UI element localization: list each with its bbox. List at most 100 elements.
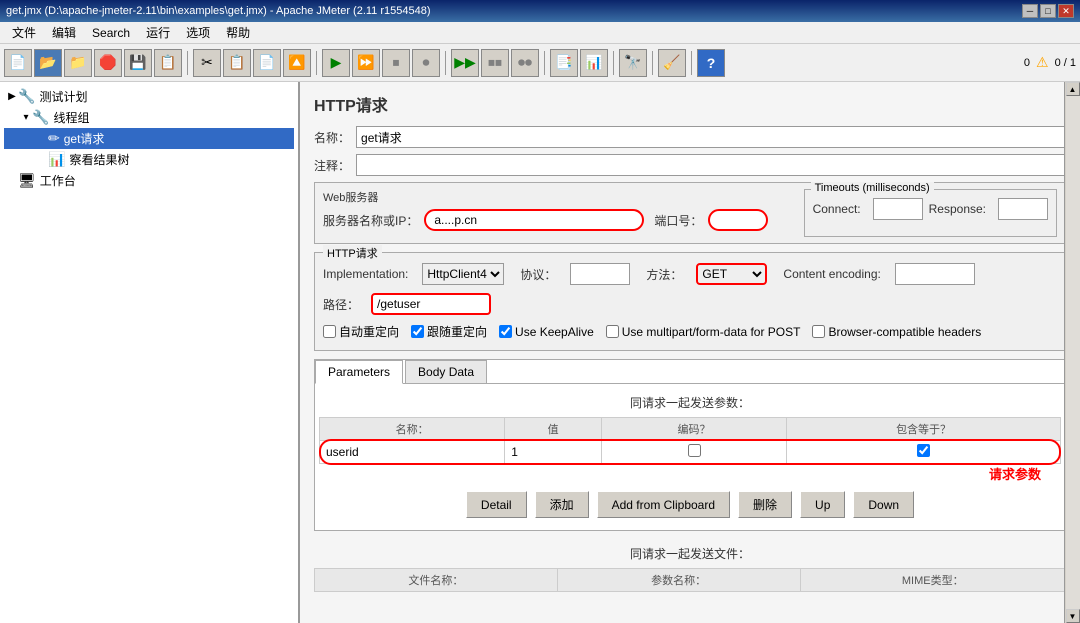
threadgroup-icon: 🔧: [32, 109, 49, 126]
col-name: 名称：: [320, 418, 505, 441]
http-request-title: HTTP请求: [323, 245, 382, 261]
toolbar-help[interactable]: ?: [697, 49, 725, 77]
warning-icon: ⚠: [1036, 54, 1049, 71]
follow-redirect-check[interactable]: [411, 325, 424, 338]
keepalive-check[interactable]: [499, 325, 512, 338]
comment-input[interactable]: [356, 154, 1066, 176]
row-include-check[interactable]: [917, 444, 930, 457]
checkbox-keepalive[interactable]: Use KeepAlive: [499, 325, 594, 339]
response-input[interactable]: [998, 198, 1048, 220]
tree-item-resulttree[interactable]: 📊 察看结果树: [4, 149, 294, 170]
server-name-row: 服务器名称或IP： 端口号：: [323, 209, 804, 231]
server-name-input[interactable]: [424, 209, 644, 231]
connect-input[interactable]: [873, 198, 923, 220]
encoding-input[interactable]: [895, 263, 975, 285]
delete-button[interactable]: 删除: [738, 491, 792, 518]
up-button[interactable]: Up: [800, 491, 845, 518]
resulttree-icon: 📊: [48, 151, 65, 168]
timeouts-row: Connect: Response:: [813, 198, 1048, 220]
toolbar-stop[interactable]: ⏹: [382, 49, 410, 77]
toolbar-save[interactable]: 💾: [124, 49, 152, 77]
menu-file[interactable]: 文件: [4, 22, 44, 43]
toolbar-remote-start[interactable]: ▶▶: [451, 49, 479, 77]
row-encode-check[interactable]: [688, 444, 701, 457]
testplan-icon: 🔧: [18, 88, 35, 105]
toolbar-remote-stop[interactable]: ⏹⏹: [481, 49, 509, 77]
menu-help[interactable]: 帮助: [218, 22, 258, 43]
impl-select[interactable]: HttpClient4: [422, 263, 504, 285]
checkbox-auto-redirect[interactable]: 自动重定向: [323, 323, 399, 340]
toolbar-stop-all[interactable]: 🛑: [94, 49, 122, 77]
tree-label-workbench: 工作台: [40, 172, 76, 189]
scroll-up-arrow[interactable]: ▲: [1066, 82, 1080, 96]
down-button[interactable]: Down: [853, 491, 914, 518]
name-input[interactable]: [356, 126, 1066, 148]
scroll-down-arrow[interactable]: ▼: [1066, 609, 1080, 623]
menu-search[interactable]: Search: [84, 24, 138, 42]
table-row: userid 1: [320, 441, 1061, 464]
title-bar-text: get.jmx (D:\apache-jmeter-2.11\bin\examp…: [6, 5, 431, 17]
toolbar-sep2: [316, 51, 317, 75]
toolbar-save-as[interactable]: 📋: [154, 49, 182, 77]
maximize-button[interactable]: □: [1040, 4, 1056, 18]
toolbar-sep4: [544, 51, 545, 75]
detail-button[interactable]: Detail: [466, 491, 527, 518]
menu-edit[interactable]: 编辑: [44, 22, 84, 43]
col-include: 包含等于？: [787, 418, 1061, 441]
auto-redirect-check[interactable]: [323, 325, 336, 338]
http-request-section: HTTP请求 Implementation: HttpClient4 协议： 方…: [314, 252, 1066, 351]
checkbox-browser-compat[interactable]: Browser-compatible headers: [812, 325, 981, 339]
tab-bodydata[interactable]: Body Data: [405, 360, 487, 383]
toolbar-sep5: [613, 51, 614, 75]
toolbar-log[interactable]: 📊: [580, 49, 608, 77]
toolbar-start[interactable]: ▶: [322, 49, 350, 77]
tab-parameters[interactable]: Parameters: [315, 360, 403, 384]
method-select[interactable]: GET POST PUT DELETE: [696, 263, 767, 285]
menu-bar: 文件 编辑 Search 运行 选项 帮助: [0, 22, 1080, 44]
toolbar-shutdown[interactable]: ⏺: [412, 49, 440, 77]
menu-run[interactable]: 运行: [138, 22, 178, 43]
tree-item-testplan[interactable]: ▶ 🔧 测试计划: [4, 86, 294, 107]
panel-title: HTTP请求: [314, 92, 1066, 116]
impl-row: Implementation: HttpClient4 协议： 方法： GET …: [323, 259, 1057, 289]
port-input[interactable]: [708, 209, 768, 231]
menu-options[interactable]: 选项: [178, 22, 218, 43]
encoding-label: Content encoding:: [783, 267, 880, 281]
file-col-param: 参数名称：: [557, 569, 800, 592]
toolbar-open[interactable]: 📂: [34, 49, 62, 77]
toolbar-close[interactable]: 📁: [64, 49, 92, 77]
toolbar-clear[interactable]: 🧹: [658, 49, 686, 77]
checkbox-multipart[interactable]: Use multipart/form-data for POST: [606, 325, 801, 339]
toolbar-new[interactable]: 📄: [4, 49, 32, 77]
server-timeouts-section: Web服务器 服务器名称或IP： 端口号： Timeouts (millisec…: [314, 182, 1066, 244]
add-from-clipboard-button[interactable]: Add from Clipboard: [597, 491, 730, 518]
path-input[interactable]: [371, 293, 491, 315]
tree-item-getrequest[interactable]: ✏ get请求: [4, 128, 294, 149]
checkbox-follow-redirect[interactable]: 跟随重定向: [411, 323, 487, 340]
run-count: 0 / 1: [1055, 57, 1076, 69]
scroll-track: [1066, 96, 1080, 609]
add-button[interactable]: 添加: [535, 491, 589, 518]
tree-item-threadgroup[interactable]: ▾ 🔧 线程组: [4, 107, 294, 128]
multipart-label: Use multipart/form-data for POST: [622, 325, 801, 339]
close-button[interactable]: ✕: [1058, 4, 1074, 18]
toolbar-paste[interactable]: 📄: [253, 49, 281, 77]
getrequest-icon: ✏: [48, 130, 60, 147]
toolbar-function-helper[interactable]: 🔭: [619, 49, 647, 77]
toolbar-cut[interactable]: ✂: [193, 49, 221, 77]
protocol-input[interactable]: [570, 263, 630, 285]
browser-compat-check[interactable]: [812, 325, 825, 338]
toolbar-copy[interactable]: 📋: [223, 49, 251, 77]
method-label: 方法：: [646, 266, 682, 283]
tree-item-workbench[interactable]: 🖥 工作台: [4, 170, 294, 191]
port-label: 端口号：: [654, 212, 702, 229]
toolbar-templates[interactable]: 📑: [550, 49, 578, 77]
toolbar-start-no-pause[interactable]: ⏩: [352, 49, 380, 77]
minimize-button[interactable]: ─: [1022, 4, 1038, 18]
toolbar-expand[interactable]: 🔼: [283, 49, 311, 77]
multipart-check[interactable]: [606, 325, 619, 338]
protocol-label: 协议：: [520, 266, 556, 283]
follow-redirect-label: 跟随重定向: [427, 323, 487, 340]
toolbar-remote-shutdown[interactable]: ⏺⏺: [511, 49, 539, 77]
timeouts-part: Timeouts (milliseconds) Connect: Respons…: [804, 189, 1057, 237]
